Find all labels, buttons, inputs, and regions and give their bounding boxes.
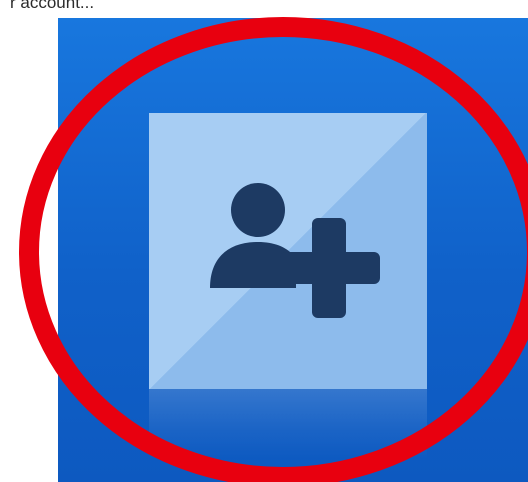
screenshot-stage: r account... [0,0,528,482]
tile-icon-reflection [149,389,427,459]
tile-caption: r account... [10,0,95,12]
add-user-icon [210,183,380,318]
